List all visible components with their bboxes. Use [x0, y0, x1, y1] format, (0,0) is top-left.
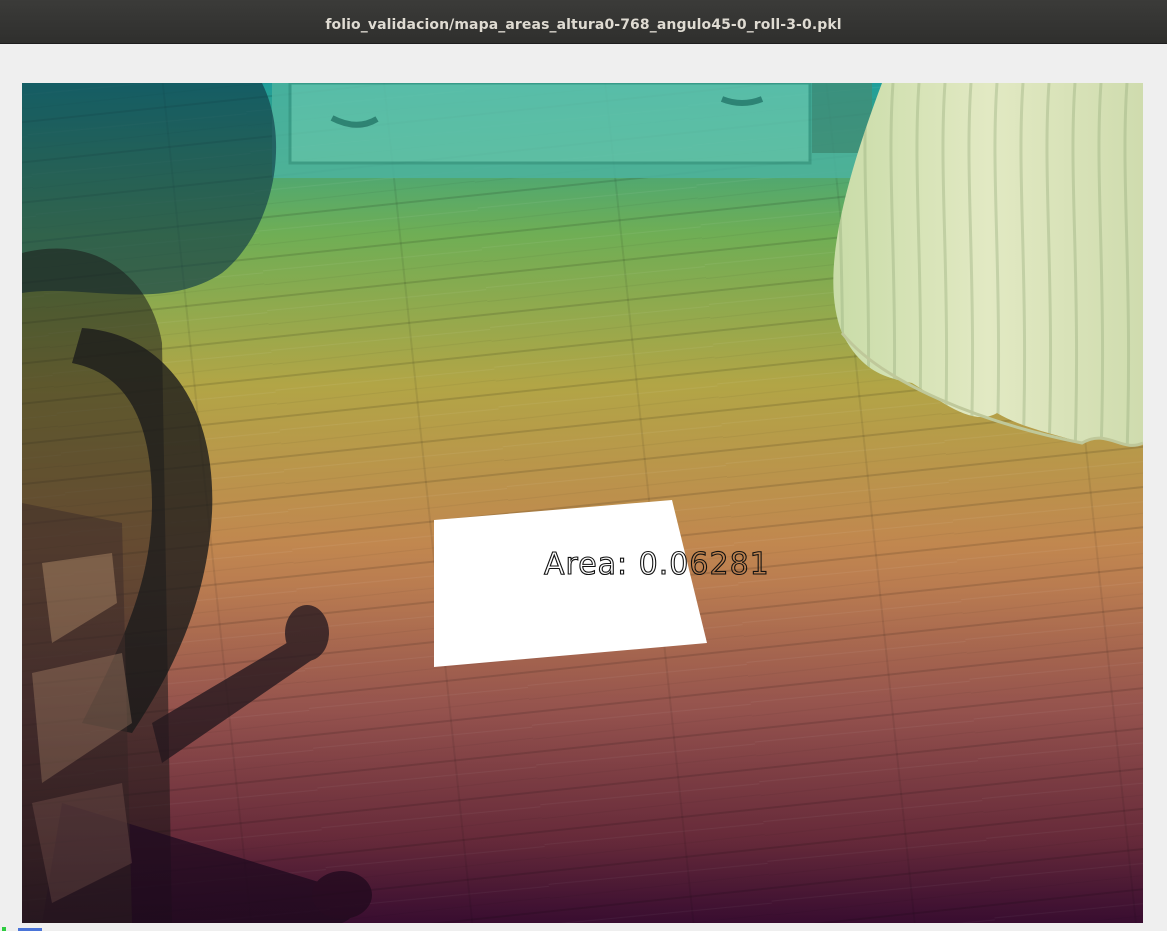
area-label: Area: 0.06281 [544, 547, 770, 582]
image-viewport[interactable]: Area: 0.06281 [22, 83, 1143, 923]
area-map-image: Area: 0.06281 [22, 83, 1143, 923]
detected-paper-region [434, 500, 707, 667]
status-indicator [0, 925, 60, 931]
drawer-cabinet [272, 83, 872, 178]
status-dot-icon [2, 927, 6, 931]
window-title: folio_validacion/mapa_areas_altura0-768_… [325, 17, 842, 33]
window-titlebar[interactable]: folio_validacion/mapa_areas_altura0-768_… [0, 0, 1167, 44]
